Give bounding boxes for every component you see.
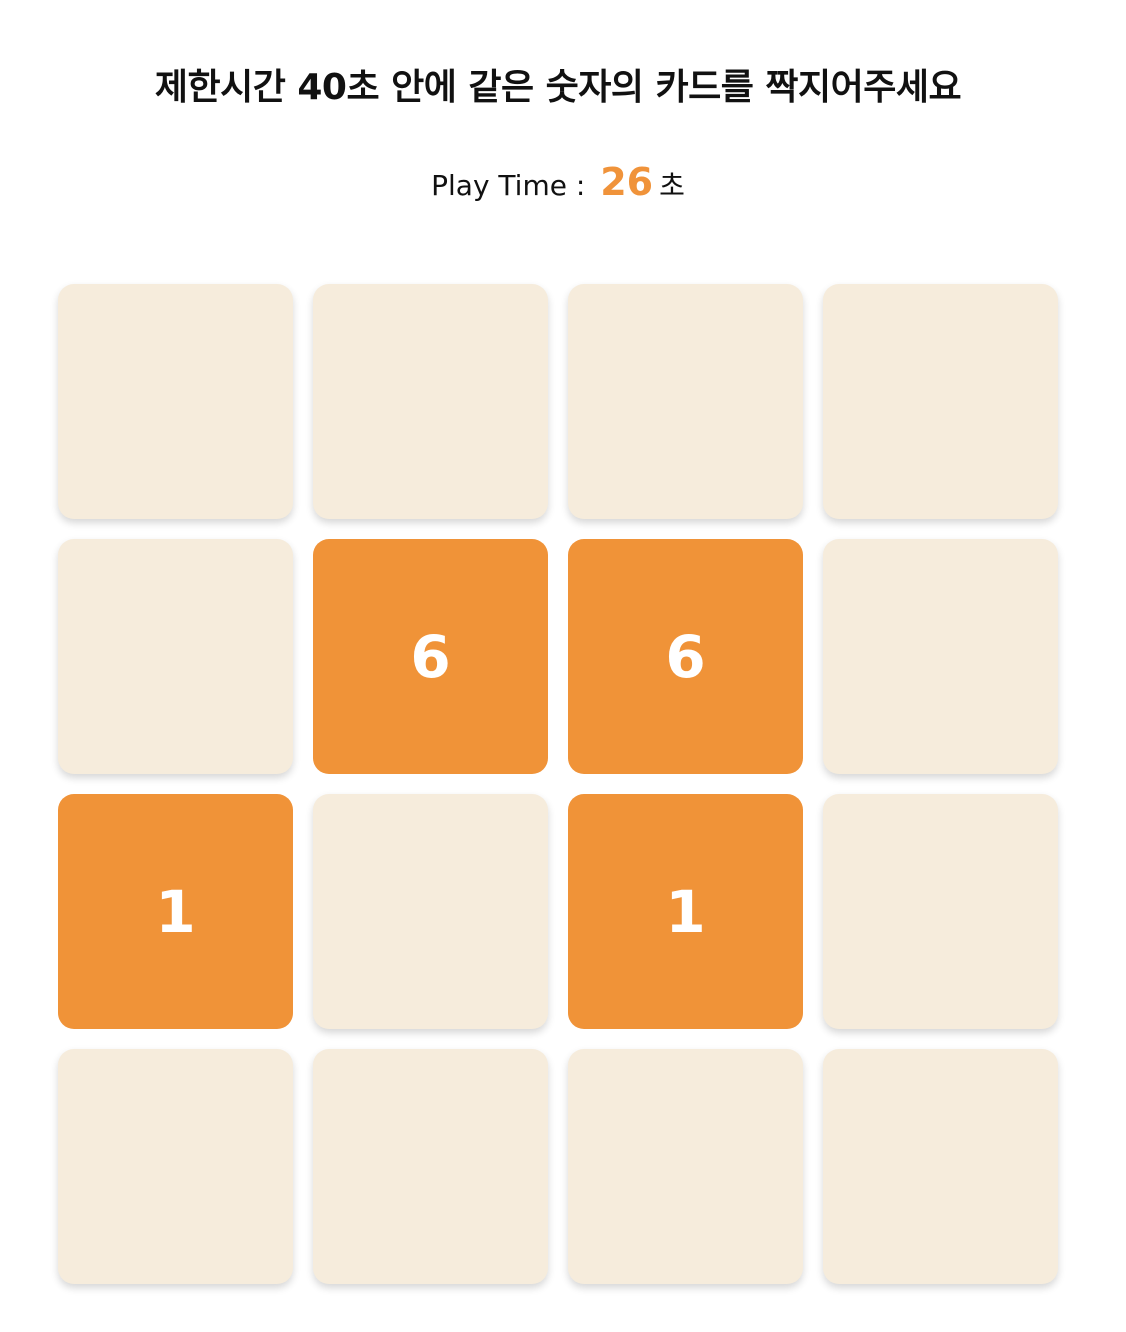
card-facedown[interactable] [568,284,803,519]
card-facedown[interactable] [823,539,1058,774]
card-facedown[interactable] [313,284,548,519]
card-value: 6 [665,622,706,691]
play-time-label: Play Time : [431,169,595,202]
play-time: Play Time : 26 초 [0,156,1116,212]
game-page: 제한시간 40초 안에 같은 숫자의 카드를 짝지어주세요 Play Time … [0,0,1126,1332]
card-facedown[interactable] [823,284,1058,519]
card-facedown[interactable] [313,1049,548,1284]
card-open[interactable]: 6 [313,539,548,774]
card-value: 1 [155,877,196,946]
card-value: 6 [410,622,451,691]
card-facedown[interactable] [58,284,293,519]
play-time-seconds: 26 [600,160,654,204]
card-value: 1 [665,877,706,946]
card-facedown[interactable] [58,539,293,774]
card-facedown[interactable] [823,1049,1058,1284]
card-open[interactable]: 1 [58,794,293,1029]
play-time-unit: 초 [659,169,685,202]
card-open[interactable]: 6 [568,539,803,774]
card-facedown[interactable] [313,794,548,1029]
card-facedown[interactable] [823,794,1058,1029]
card-facedown[interactable] [568,1049,803,1284]
card-board: 6 6 1 1 [58,284,1059,1284]
card-open[interactable]: 1 [568,794,803,1029]
card-facedown[interactable] [58,1049,293,1284]
page-title: 제한시간 40초 안에 같은 숫자의 카드를 짝지어주세요 [154,67,962,108]
